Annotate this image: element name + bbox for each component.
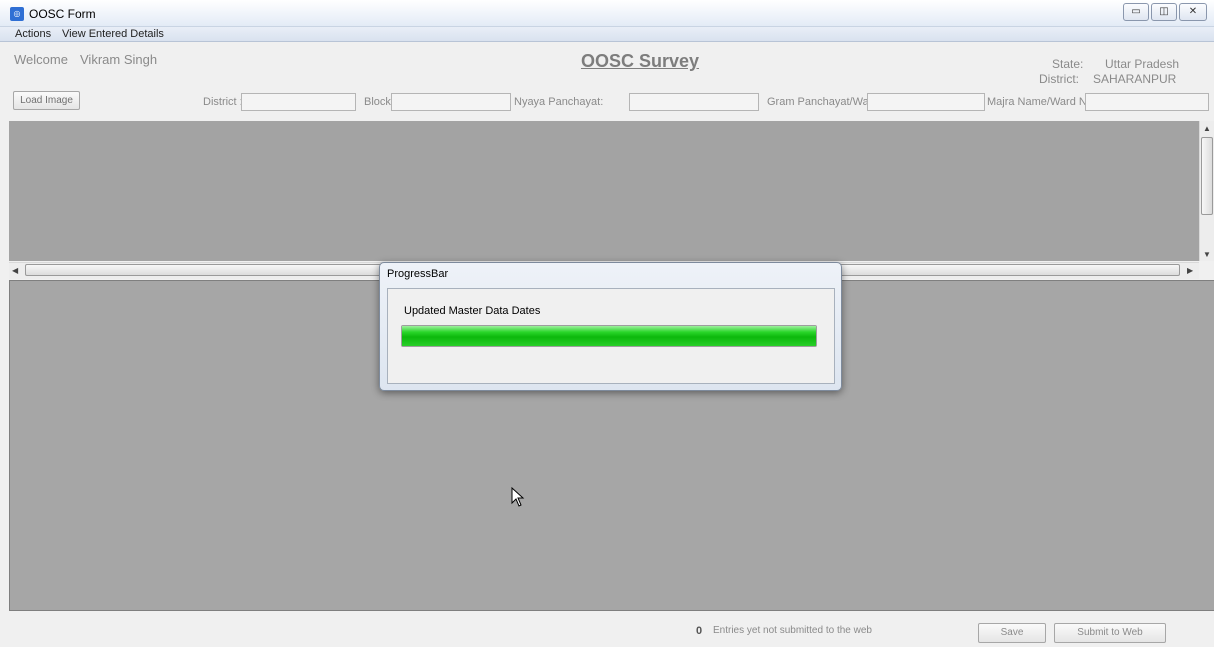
district-header-value: SAHARANPUR bbox=[1093, 72, 1177, 86]
majra-input[interactable] bbox=[1085, 93, 1209, 111]
gram-panchayat-input[interactable] bbox=[867, 93, 985, 111]
entries-status-text: Entries yet not submitted to the web bbox=[713, 625, 872, 636]
menu-actions[interactable]: Actions bbox=[15, 27, 51, 42]
progress-bar-fill bbox=[402, 326, 816, 346]
submit-to-web-button[interactable]: Submit to Web bbox=[1054, 623, 1166, 643]
page-title: OOSC Survey bbox=[580, 51, 700, 71]
close-icon[interactable]: ✕ bbox=[1179, 3, 1207, 21]
scroll-right-icon[interactable]: ▶ bbox=[1187, 266, 1193, 275]
state-label: State: bbox=[1052, 57, 1084, 71]
minimize-icon[interactable]: ▭ bbox=[1123, 3, 1149, 21]
district-filter-input[interactable] bbox=[241, 93, 356, 111]
nyaya-panchayat-label: Nyaya Panchayat: bbox=[514, 96, 604, 108]
district-header-label: District: bbox=[1039, 72, 1079, 86]
nyaya-panchayat-input[interactable] bbox=[629, 93, 759, 111]
district-filter-label: District : bbox=[203, 96, 243, 108]
block-label: Block: bbox=[364, 96, 394, 108]
app-logo-icon: ◎ bbox=[10, 7, 24, 21]
gram-panchayat-label: Gram Panchayat/Ward: bbox=[767, 96, 882, 108]
title-bar bbox=[0, 0, 1214, 27]
block-input[interactable] bbox=[391, 93, 511, 111]
dialog-title: ProgressBar bbox=[387, 268, 449, 280]
save-button[interactable]: Save bbox=[978, 623, 1046, 643]
restore-icon[interactable]: ◫ bbox=[1151, 3, 1177, 21]
majra-label: Majra Name/Ward No.: bbox=[987, 96, 1100, 108]
progress-message: Updated Master Data Dates bbox=[404, 305, 541, 317]
window-title: OOSC Form bbox=[29, 7, 96, 21]
entries-count: 0 bbox=[696, 625, 703, 637]
vertical-scroll-thumb[interactable] bbox=[1201, 137, 1213, 215]
mouse-cursor-icon bbox=[511, 487, 525, 507]
welcome-label: Welcome bbox=[14, 52, 68, 67]
menu-bar bbox=[0, 27, 1214, 42]
user-name: Vikram Singh bbox=[80, 52, 158, 67]
state-value: Uttar Pradesh bbox=[1105, 57, 1180, 71]
image-panel bbox=[9, 121, 1199, 261]
menu-view-entered-details[interactable]: View Entered Details bbox=[62, 27, 164, 42]
scroll-left-icon[interactable]: ◀ bbox=[12, 266, 18, 275]
scroll-down-icon[interactable]: ▼ bbox=[1203, 250, 1211, 259]
load-image-button[interactable]: Load Image bbox=[13, 91, 80, 110]
scroll-up-icon[interactable]: ▲ bbox=[1203, 124, 1211, 133]
